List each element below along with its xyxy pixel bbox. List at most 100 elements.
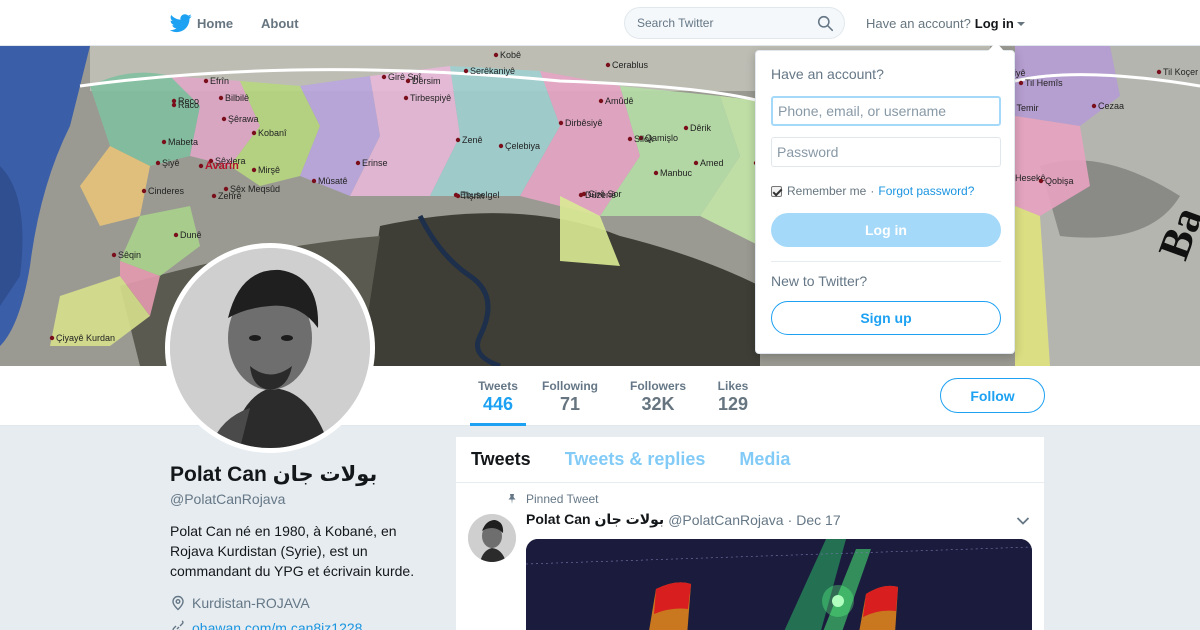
- map-town-label: Efrîn: [210, 76, 229, 86]
- map-town-label: Til Koçer: [1163, 67, 1198, 77]
- map-town-label: Şêx Meqsûd: [230, 184, 280, 194]
- map-town-label: Dêrsim: [412, 76, 441, 86]
- remember-me-checkbox[interactable]: [771, 185, 782, 197]
- map-town-label: Erinse: [362, 158, 388, 168]
- map-town-label: Dêrik: [690, 123, 712, 133]
- map-town-label: Manbuc: [660, 168, 693, 178]
- profile-location-text: Kurdistan-ROJAVA: [192, 595, 310, 611]
- new-to-twitter-text: New to Twitter?: [771, 273, 868, 289]
- tweet-media-image[interactable]: [526, 539, 1032, 630]
- search-input[interactable]: [625, 8, 805, 38]
- map-town-label: Mabeta: [168, 137, 198, 147]
- map-town-marker: [111, 252, 117, 258]
- search-icon[interactable]: [817, 15, 834, 32]
- stat-tweets[interactable]: Tweets 446: [470, 366, 526, 426]
- map-town-label: Cinderes: [148, 186, 185, 196]
- map-town-marker: [558, 120, 564, 126]
- timeline: Tweets Tweets & replies Media Pinned Twe…: [456, 437, 1044, 630]
- stat-value: 129: [717, 394, 749, 414]
- map-town-label: Amed: [700, 158, 724, 168]
- stat-value: 32K: [641, 394, 675, 414]
- signup-button[interactable]: Sign up: [771, 301, 1001, 335]
- map-town-label: Raco: [178, 100, 199, 110]
- map-town-marker: [455, 193, 461, 199]
- tab-media[interactable]: Media: [739, 449, 790, 470]
- map-town-label: Şiyê: [162, 158, 180, 168]
- forgot-password-link[interactable]: Forgot password?: [878, 184, 974, 198]
- map-town-marker: [605, 62, 611, 68]
- account-prompt: Have an account?: [866, 15, 971, 31]
- search-box: [624, 7, 845, 39]
- map-town-marker: [141, 188, 147, 194]
- profile-website-text[interactable]: ohawan.com/m.can8iz1228: [192, 620, 362, 630]
- password-field[interactable]: [771, 137, 1001, 167]
- map-town-marker: [203, 78, 209, 84]
- stat-label: Tweets: [478, 379, 518, 393]
- tweet-avatar[interactable]: [468, 514, 516, 562]
- map-town-label: Şêrawa: [228, 114, 259, 124]
- username-field[interactable]: [771, 96, 1001, 126]
- map-town-label: Çelebiya: [505, 141, 540, 151]
- map-town-marker: [223, 186, 229, 192]
- tab-tweets-replies[interactable]: Tweets & replies: [565, 449, 706, 470]
- map-town-marker: [381, 74, 387, 80]
- map-town-label: Dunê: [180, 230, 202, 240]
- nav-home-label: Home: [197, 15, 234, 31]
- map-town-label: Tirbespiyê: [410, 93, 451, 103]
- account-menu[interactable]: Have an account? Log in: [866, 0, 1025, 46]
- profile-website[interactable]: ohawan.com/m.can8iz1228: [170, 620, 362, 630]
- follow-button[interactable]: Follow: [940, 378, 1045, 413]
- map-town-marker: [355, 160, 361, 166]
- map-town-marker: [693, 160, 699, 166]
- tweet-author-name[interactable]: Polat Can بولات جان: [526, 511, 664, 528]
- map-town-label: Kobanî: [258, 128, 287, 138]
- map-town-marker: [578, 192, 584, 198]
- map-town-marker: [251, 167, 257, 173]
- map-town-label: Til Hemîs: [1025, 78, 1063, 88]
- dropdown-divider: [771, 261, 1001, 262]
- avatar-portrait-image: [170, 248, 370, 448]
- nav-home[interactable]: Home: [170, 0, 233, 46]
- tab-tweets[interactable]: Tweets: [471, 449, 531, 470]
- map-town-label: Tişrîn: [462, 191, 484, 201]
- map-town-marker: [598, 98, 604, 104]
- nav-about[interactable]: About: [261, 0, 299, 46]
- map-town-marker: [218, 95, 224, 101]
- map-town-label: Qobişa: [1045, 176, 1074, 186]
- map-town-label: Silok: [634, 134, 654, 144]
- profile-avatar[interactable]: [165, 243, 375, 453]
- profile-bio: Polat Can né en 1980, à Kobané, en Rojav…: [170, 523, 415, 579]
- map-town-marker: [498, 143, 504, 149]
- login-button[interactable]: Log in: [771, 213, 1001, 247]
- map-town-label: Cerablus: [612, 60, 649, 70]
- profile-location: Kurdistan-ROJAVA: [170, 595, 310, 611]
- map-town-marker: [405, 78, 411, 84]
- tweet-photo: [526, 539, 1032, 630]
- remember-me-label[interactable]: Remember me: [787, 184, 866, 198]
- timeline-tabs: Tweets Tweets & replies Media: [456, 437, 1044, 483]
- map-town-marker: [1091, 103, 1097, 109]
- map-town-marker: [683, 125, 689, 131]
- tweet-header: Polat Can بولات جان @PolatCanRojava · De…: [526, 511, 841, 528]
- stat-value: 446: [482, 394, 514, 414]
- map-town-marker: [161, 139, 167, 145]
- login-dropdown: Have an account? Remember me · Forgot pa…: [755, 42, 1015, 354]
- map-town-marker: [1156, 69, 1162, 75]
- stat-label: Followers: [629, 379, 686, 393]
- login-link[interactable]: Log in: [975, 16, 1014, 31]
- stat-followers[interactable]: Followers 32K: [629, 366, 687, 426]
- map-town-label: Serêkaniyê: [470, 66, 515, 76]
- map-town-label: Dûzenê: [585, 190, 616, 200]
- stat-likes[interactable]: Likes 129: [717, 366, 749, 426]
- tweet-date[interactable]: Dec 17: [796, 512, 840, 528]
- twitter-bird-icon: [170, 14, 192, 33]
- stat-following[interactable]: Following 71: [541, 366, 599, 426]
- map-town-label: Amûdê: [605, 96, 634, 106]
- pin-icon: [508, 494, 516, 504]
- chevron-down-icon[interactable]: [1016, 516, 1030, 526]
- profile-handle[interactable]: @PolatCanRojava: [170, 491, 285, 507]
- map-town-marker: [251, 130, 257, 136]
- location-pin-icon: [172, 595, 184, 611]
- map-town-label: Zenê: [462, 135, 483, 145]
- tweet-author-handle[interactable]: @PolatCanRojava: [668, 512, 783, 528]
